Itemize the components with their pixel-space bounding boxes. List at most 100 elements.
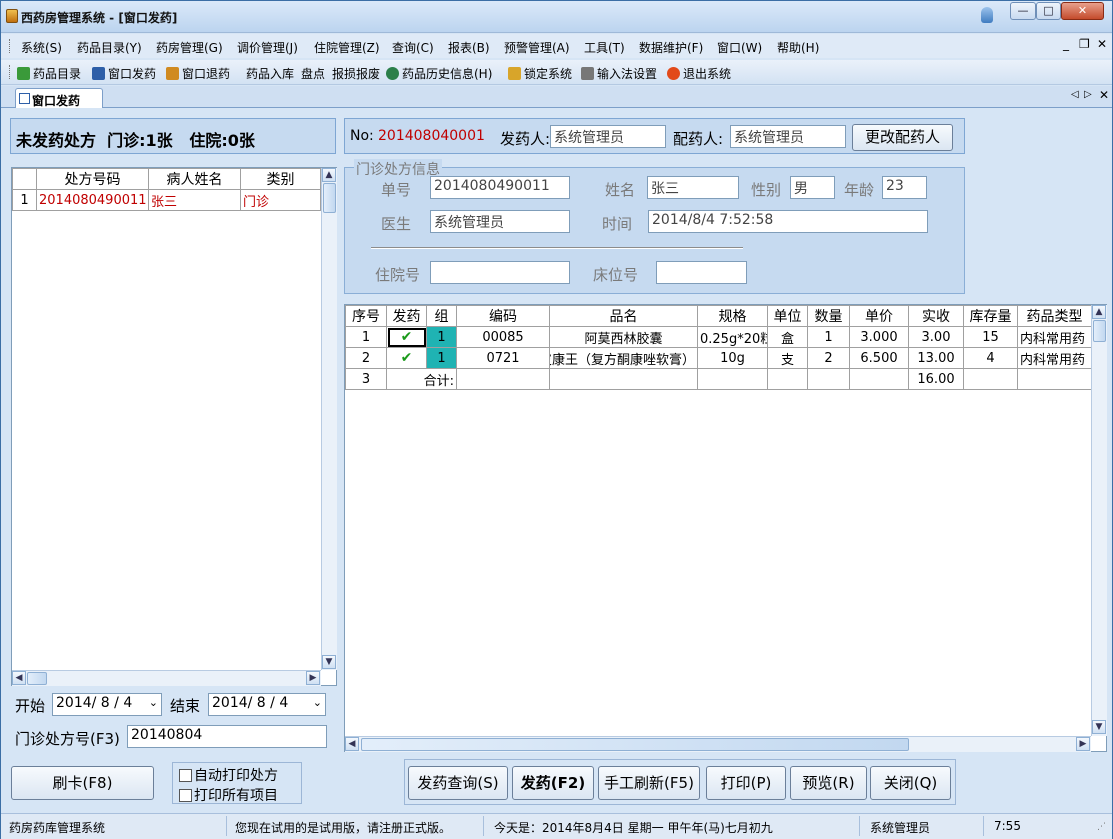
chevron-down-icon[interactable]: ⌄ bbox=[313, 696, 322, 709]
tab-close-icon[interactable]: ✕ bbox=[1099, 88, 1109, 102]
dispense-checkbox[interactable]: ✔ bbox=[386, 347, 427, 369]
col-drug-type[interactable]: 药品类型 bbox=[1017, 305, 1092, 327]
close-button-bottom[interactable]: 关闭(Q) bbox=[870, 766, 951, 800]
horizontal-scrollbar[interactable]: ◀ ▶ bbox=[12, 670, 321, 686]
col-drug-name[interactable]: 品名 bbox=[549, 305, 698, 327]
swipe-card-button[interactable]: 刷卡(F8) bbox=[11, 766, 154, 800]
hscroll-thumb[interactable] bbox=[361, 738, 909, 751]
menu-inpatient[interactable]: 住院管理(Z) bbox=[314, 39, 380, 56]
table-row[interactable]: 1 2014080490011 张三 门诊 bbox=[12, 189, 321, 211]
dispenser-field[interactable]: 系统管理员 bbox=[550, 125, 666, 148]
scroll-down-icon[interactable]: ▼ bbox=[322, 655, 336, 669]
dispense-query-button[interactable]: 发药查询(S) bbox=[408, 766, 508, 800]
col-seq[interactable]: 序号 bbox=[345, 305, 387, 327]
mdi-close-icon[interactable]: ✕ bbox=[1097, 37, 1107, 51]
col-patient-name[interactable]: 病人姓名 bbox=[148, 168, 241, 190]
minimize-button[interactable]: — bbox=[1010, 2, 1036, 20]
tb-input-method[interactable]: 输入法设置 bbox=[581, 65, 657, 82]
col-unit[interactable]: 单位 bbox=[767, 305, 808, 327]
table-row[interactable]: 2 ✔ 1 0721 皮康王（复方酮康唑软膏） 10g 支 2 6.500 13… bbox=[345, 347, 1092, 369]
col-code[interactable]: 编码 bbox=[456, 305, 550, 327]
print-all-option[interactable]: 打印所有项目 bbox=[179, 785, 278, 805]
tb-window-dispense[interactable]: 窗口发药 bbox=[92, 65, 156, 82]
col-type[interactable]: 类别 bbox=[240, 168, 321, 190]
bed-number-field[interactable] bbox=[656, 261, 747, 284]
time-field[interactable]: 2014/8/4 7:52:58 bbox=[648, 210, 928, 233]
scroll-thumb[interactable] bbox=[1093, 320, 1106, 342]
menu-help[interactable]: 帮助(H) bbox=[777, 39, 819, 56]
col-paid[interactable]: 实收 bbox=[908, 305, 964, 327]
prescription-list[interactable]: 处方号码 病人姓名 类别 1 2014080490011 张三 门诊 ▲ ▼ ◀… bbox=[11, 167, 337, 686]
auto-print-option[interactable]: 自动打印处方 bbox=[179, 765, 278, 785]
edit-icon bbox=[92, 67, 105, 80]
dispense-checkbox[interactable]: ✔ bbox=[386, 326, 427, 348]
tb-stock-in[interactable]: 药品入库 bbox=[246, 65, 294, 82]
print-all-checkbox[interactable] bbox=[179, 789, 192, 802]
col-qty[interactable]: 数量 bbox=[807, 305, 850, 327]
menu-window[interactable]: 窗口(W) bbox=[717, 39, 762, 56]
menu-pharmacy[interactable]: 药房管理(G) bbox=[156, 39, 223, 56]
col-rx-code[interactable]: 处方号码 bbox=[36, 168, 149, 190]
drug-detail-grid[interactable]: 序号 发药 组 编码 品名 规格 单位 数量 单价 实收 库存量 药品类型 1 … bbox=[344, 304, 1107, 752]
order-id-field[interactable]: 2014080490011 bbox=[430, 176, 570, 199]
ward-number-field[interactable] bbox=[430, 261, 570, 284]
menu-drug-catalog[interactable]: 药品目录(Y) bbox=[77, 39, 142, 56]
mdi-restore-icon[interactable]: ❐ bbox=[1079, 37, 1090, 51]
preparer-field[interactable]: 系统管理员 bbox=[730, 125, 846, 148]
tb-drug-catalog[interactable]: 药品目录 bbox=[17, 65, 81, 82]
tab-window-dispense[interactable]: 窗口发药 bbox=[15, 88, 103, 108]
name-field[interactable]: 张三 bbox=[647, 176, 739, 199]
tb-damage[interactable]: 报损报废 bbox=[332, 65, 380, 82]
scroll-down-icon[interactable]: ▼ bbox=[1092, 720, 1106, 734]
col-spec[interactable]: 规格 bbox=[697, 305, 768, 327]
vertical-scrollbar[interactable]: ▲ ▼ bbox=[321, 168, 337, 670]
scroll-left-icon[interactable]: ◀ bbox=[12, 671, 26, 685]
scroll-up-icon[interactable]: ▲ bbox=[322, 168, 336, 182]
resize-grip-icon[interactable]: ⋰ bbox=[1097, 822, 1106, 832]
maximize-button[interactable]: □ bbox=[1036, 2, 1061, 20]
tb-exit[interactable]: 退出系统 bbox=[667, 65, 731, 82]
dispense-button[interactable]: 发药(F2) bbox=[512, 766, 594, 800]
menu-tools[interactable]: 工具(T) bbox=[584, 39, 625, 56]
table-row[interactable]: 1 ✔ 1 00085 阿莫西林胶囊 0.25g*20粒 盒 1 3.000 3… bbox=[345, 326, 1092, 348]
grid-horizontal-scrollbar[interactable]: ◀ ▶ bbox=[345, 736, 1091, 752]
rx-number-input[interactable]: 20140804 bbox=[127, 725, 327, 748]
menu-data[interactable]: 数据维护(F) bbox=[639, 39, 703, 56]
tab-scroll-right-icon[interactable]: ▷ bbox=[1084, 89, 1092, 100]
scroll-up-icon[interactable]: ▲ bbox=[1092, 305, 1106, 319]
menu-system[interactable]: 系统(S) bbox=[21, 39, 62, 56]
menu-alert[interactable]: 预警管理(A) bbox=[504, 39, 570, 56]
col-group[interactable]: 组 bbox=[426, 305, 457, 327]
start-date-picker[interactable]: 2014/ 8 / 4 ⌄ bbox=[52, 693, 162, 716]
tb-history[interactable]: 药品历史信息(H) bbox=[386, 65, 492, 82]
auto-print-checkbox[interactable] bbox=[179, 769, 192, 782]
scroll-right-icon[interactable]: ▶ bbox=[306, 671, 320, 685]
col-dispense[interactable]: 发药 bbox=[386, 305, 427, 327]
doctor-field[interactable]: 系统管理员 bbox=[430, 210, 570, 233]
grid-vertical-scrollbar[interactable]: ▲ ▼ bbox=[1091, 305, 1107, 736]
hscroll-thumb[interactable] bbox=[27, 672, 47, 685]
chevron-down-icon[interactable]: ⌄ bbox=[149, 696, 158, 709]
change-preparer-button[interactable]: 更改配药人 bbox=[852, 124, 953, 151]
help-icon[interactable] bbox=[981, 7, 993, 23]
tb-window-return[interactable]: 窗口退药 bbox=[166, 65, 230, 82]
close-button[interactable]: ✕ bbox=[1061, 2, 1104, 20]
print-button[interactable]: 打印(P) bbox=[706, 766, 786, 800]
tab-scroll-left-icon[interactable]: ◁ bbox=[1071, 89, 1079, 100]
col-stock[interactable]: 库存量 bbox=[963, 305, 1018, 327]
menu-price[interactable]: 调价管理(J) bbox=[237, 39, 298, 56]
menu-query[interactable]: 查询(C) bbox=[392, 39, 434, 56]
preview-button[interactable]: 预览(R) bbox=[790, 766, 867, 800]
tb-inventory[interactable]: 盘点 bbox=[301, 65, 325, 82]
sex-field[interactable]: 男 bbox=[790, 176, 835, 199]
scroll-thumb[interactable] bbox=[323, 183, 336, 213]
age-field[interactable]: 23 bbox=[882, 176, 927, 199]
scroll-right-icon[interactable]: ▶ bbox=[1076, 737, 1090, 751]
col-price[interactable]: 单价 bbox=[849, 305, 909, 327]
end-date-picker[interactable]: 2014/ 8 / 4 ⌄ bbox=[208, 693, 326, 716]
tb-lock[interactable]: 锁定系统 bbox=[508, 65, 572, 82]
scroll-left-icon[interactable]: ◀ bbox=[345, 737, 359, 751]
menu-report[interactable]: 报表(B) bbox=[448, 39, 490, 56]
mdi-minimize-icon[interactable]: _ bbox=[1063, 37, 1069, 51]
manual-refresh-button[interactable]: 手工刷新(F5) bbox=[598, 766, 700, 800]
